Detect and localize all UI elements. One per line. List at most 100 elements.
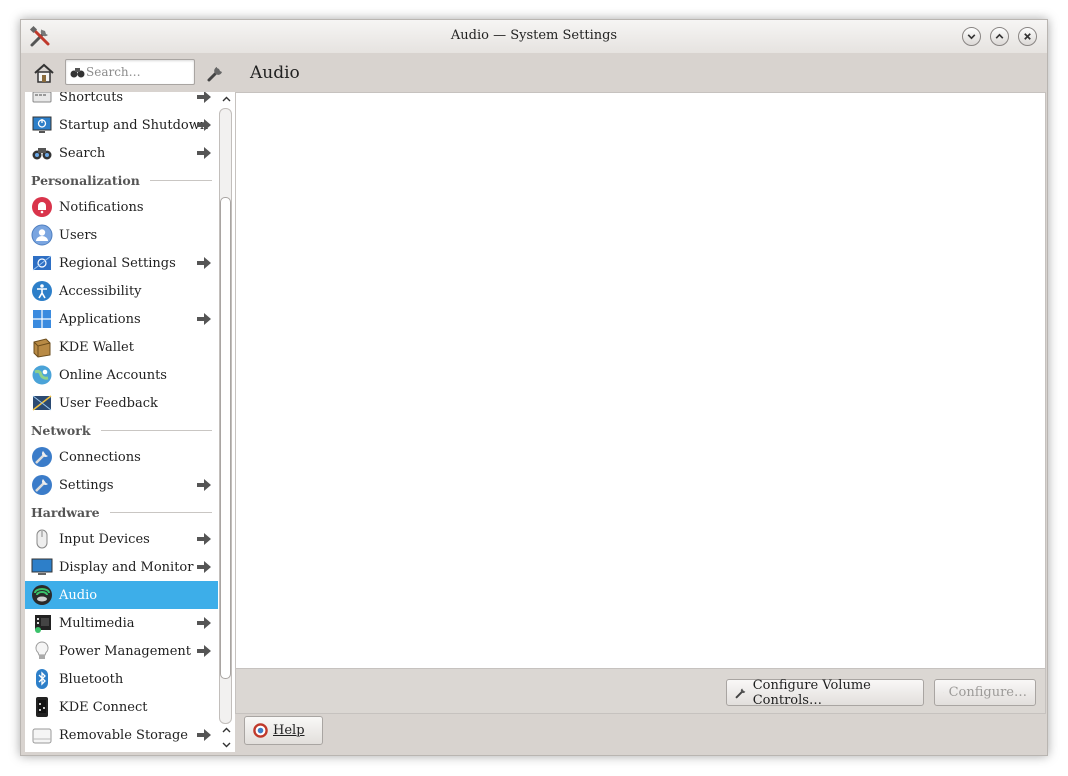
sidebar-item-multimedia[interactable]: Multimedia	[25, 609, 218, 637]
sidebar-category: Hardware	[25, 499, 218, 525]
search-input[interactable]	[86, 63, 191, 81]
sidebar-item-kde-wallet[interactable]: KDE Wallet	[25, 333, 218, 361]
audio-icon	[32, 585, 52, 605]
sidebar-item-user-feedback[interactable]: User Feedback	[25, 389, 218, 417]
help-button[interactable]: Help	[244, 716, 323, 745]
minimize-button[interactable]	[962, 27, 981, 46]
scroll-track[interactable]	[219, 108, 232, 724]
sidebar-list: Shortcuts Startup and Shutdown Search Perso…	[25, 92, 218, 749]
sidebar-category: Network	[25, 417, 218, 443]
audio-module-content	[235, 92, 1046, 669]
shortcuts-icon	[32, 92, 52, 103]
chevron-down-icon	[967, 34, 976, 40]
sidebar-item-label: Search	[59, 145, 106, 161]
lightbulb-icon	[35, 641, 49, 659]
configure-label: Configure…	[948, 685, 1027, 700]
sidebar-item-label: Shortcuts	[59, 92, 124, 105]
category-divider	[100, 429, 212, 431]
sidebar-category-label: Hardware	[31, 504, 100, 520]
wallet-icon	[33, 338, 51, 358]
sidebar-item-display-and-monitor[interactable]: Display and Monitor	[25, 553, 218, 581]
sidebar-item-label: Regional Settings	[59, 255, 176, 271]
configure-volume-controls-label: Configure Volume Controls…	[752, 677, 871, 708]
content-button-bar: Configure Volume Controls… Configure…	[235, 669, 1046, 714]
arrow-right-icon[interactable]	[196, 532, 212, 546]
sidebar-toolbar	[25, 53, 235, 92]
scroll-down-icon[interactable]	[221, 739, 232, 750]
accessibility-icon	[32, 281, 52, 301]
sidebar-item-label: Startup and Shutdown	[59, 117, 209, 133]
close-icon	[1024, 33, 1031, 40]
monitor-icon	[31, 558, 53, 575]
arrow-right-icon[interactable]	[196, 728, 212, 742]
sidebar-item-users[interactable]: Users	[25, 221, 218, 249]
sidebar-item-label: KDE Wallet	[59, 339, 134, 355]
search-field[interactable]	[65, 59, 195, 85]
sidebar-scrollbar[interactable]	[218, 92, 235, 752]
configure-button[interactable]: Configure…	[934, 679, 1036, 706]
scroll-up-icon[interactable]	[221, 94, 232, 105]
sidebar-item-settings[interactable]: Settings	[25, 471, 218, 499]
sidebar-category-label: Personalization	[31, 172, 140, 188]
arrow-right-icon[interactable]	[196, 312, 212, 326]
maximize-button[interactable]	[990, 27, 1009, 46]
title-bar[interactable]: Audio — System Settings	[21, 20, 1047, 53]
system-settings-window: Audio — System Settings Sho	[20, 19, 1048, 756]
user-icon	[31, 224, 53, 246]
sidebar-item-kde-connect[interactable]: KDE Connect	[25, 693, 218, 721]
content-header: Audio	[236, 53, 1046, 92]
sidebar-category: Personalization	[25, 167, 218, 193]
sidebar-item-input-devices[interactable]: Input Devices	[25, 525, 218, 553]
close-button[interactable]	[1018, 27, 1037, 46]
sidebar-item-regional-settings[interactable]: Regional Settings	[25, 249, 218, 277]
sidebar-item-label: Bluetooth	[59, 671, 124, 687]
mouse-icon	[36, 529, 48, 549]
sidebar-item-bluetooth[interactable]: Bluetooth	[25, 665, 218, 693]
scroll-thumb[interactable]	[220, 197, 231, 679]
sidebar-item-search[interactable]: Search	[25, 139, 218, 167]
network-connections-icon	[32, 447, 52, 467]
sidebar-item-label: Online Accounts	[59, 367, 167, 383]
sidebar-item-audio[interactable]: Audio	[25, 581, 218, 609]
wrench-icon	[735, 688, 746, 699]
scroll-up-icon[interactable]	[221, 725, 232, 736]
sidebar-item-connections[interactable]: Connections	[25, 443, 218, 471]
online-accounts-icon	[32, 365, 52, 385]
sidebar-item-label: Settings	[59, 477, 114, 493]
bluetooth-icon	[36, 669, 48, 689]
category-divider	[109, 511, 212, 513]
phone-icon	[36, 697, 48, 717]
sidebar-item-startup-and-shutdown[interactable]: Startup and Shutdown	[25, 111, 218, 139]
startup-shutdown-icon	[32, 116, 52, 133]
binoculars-icon	[32, 148, 52, 160]
arrow-right-icon[interactable]	[196, 118, 212, 132]
sidebar-item-label: Applications	[59, 311, 141, 327]
arrow-right-icon[interactable]	[196, 560, 212, 574]
user-feedback-icon	[32, 395, 52, 411]
sidebar-item-label: Input Devices	[59, 531, 150, 547]
help-label: Help	[273, 723, 305, 738]
sidebar-item-label: Accessibility	[59, 283, 142, 299]
sidebar-item-shortcuts[interactable]: Shortcuts	[25, 92, 218, 111]
arrow-right-icon[interactable]	[196, 478, 212, 492]
bell-icon	[32, 197, 52, 217]
sidebar-item-accessibility[interactable]: Accessibility	[25, 277, 218, 305]
configure-volume-controls-button[interactable]: Configure Volume Controls…	[726, 677, 924, 708]
sidebar-category-label: Network	[31, 422, 91, 438]
arrow-right-icon[interactable]	[196, 644, 212, 658]
sidebar-item-applications[interactable]: Applications	[25, 305, 218, 333]
sidebar-item-power-management[interactable]: Power Management	[25, 637, 218, 665]
multimedia-icon	[35, 615, 51, 633]
network-settings-icon	[32, 475, 52, 495]
wrench-icon[interactable]	[205, 62, 227, 84]
chevron-up-icon	[995, 33, 1004, 39]
arrow-right-icon[interactable]	[196, 256, 212, 270]
home-icon[interactable]	[32, 61, 56, 85]
arrow-right-icon[interactable]	[196, 146, 212, 160]
sidebar-item-label: Multimedia	[59, 615, 135, 631]
arrow-right-icon[interactable]	[196, 92, 212, 104]
sidebar-item-removable-storage[interactable]: Removable Storage	[25, 721, 218, 749]
arrow-right-icon[interactable]	[196, 616, 212, 630]
sidebar-item-online-accounts[interactable]: Online Accounts	[25, 361, 218, 389]
sidebar-item-notifications[interactable]: Notifications	[25, 193, 218, 221]
